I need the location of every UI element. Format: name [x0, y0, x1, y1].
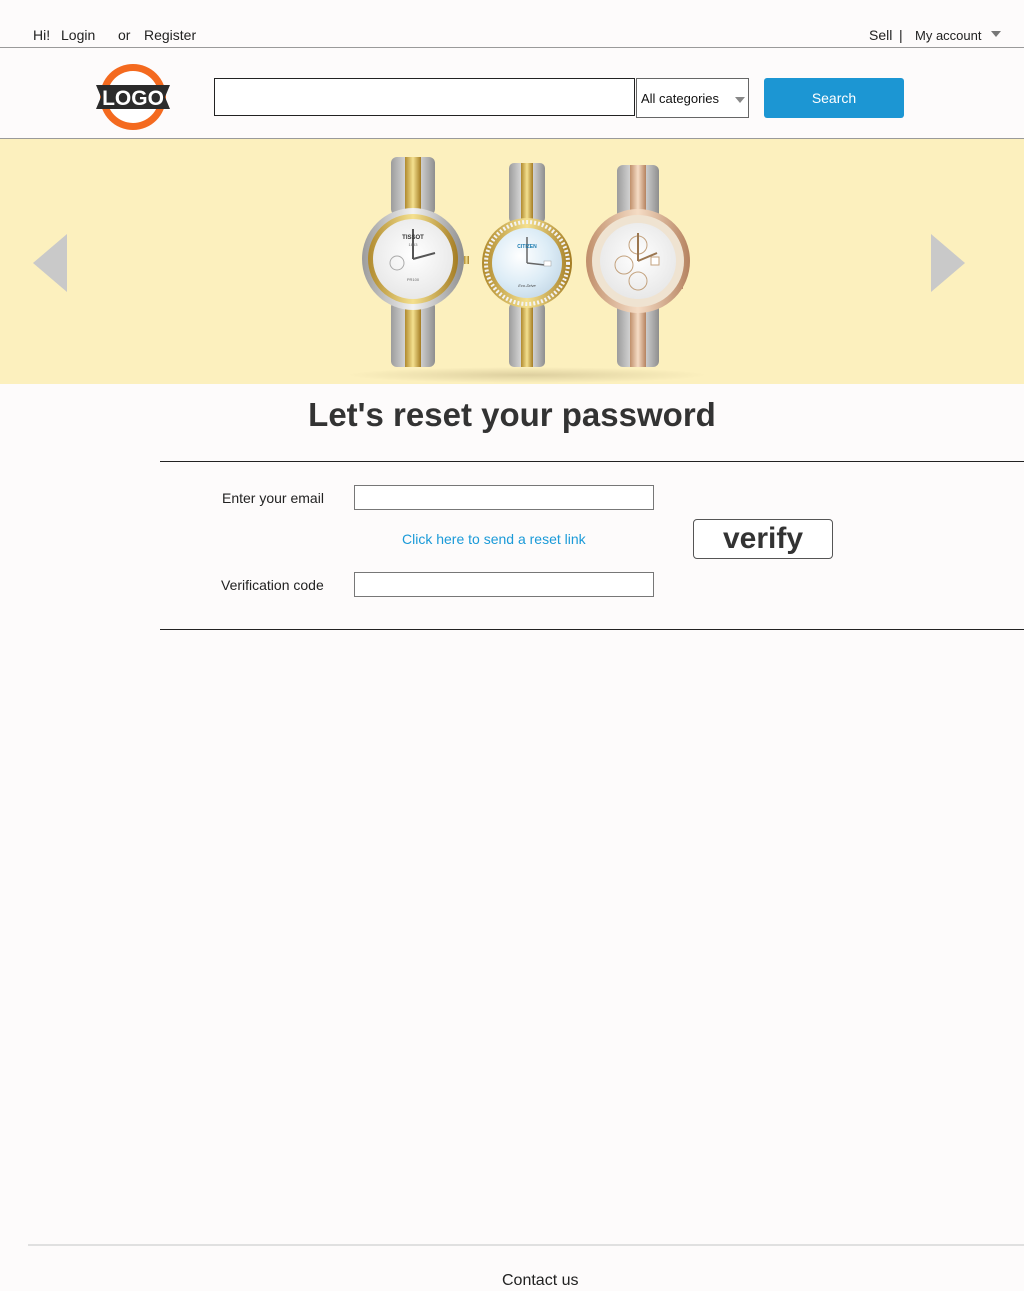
svg-text:CITIZEN: CITIZEN	[517, 244, 537, 250]
divider-top	[160, 461, 1024, 462]
email-label: Enter your email	[222, 490, 324, 506]
verify-button[interactable]: verify	[693, 519, 833, 559]
divider-bottom	[160, 629, 1024, 630]
footer-divider	[28, 1244, 1024, 1246]
contact-us-link[interactable]: Contact us	[502, 1272, 578, 1290]
send-reset-link[interactable]: Click here to send a reset link	[402, 531, 586, 547]
carousel-next-icon[interactable]	[931, 234, 965, 292]
register-link[interactable]: Register	[144, 27, 196, 43]
separator: |	[899, 27, 903, 43]
watch-1: TISSOT 1853 PR100	[362, 157, 469, 367]
svg-text:TISSOT: TISSOT	[402, 235, 424, 241]
logo[interactable]: LOGO	[95, 63, 171, 131]
chevron-down-icon	[735, 97, 745, 103]
logo-text: LOGO	[102, 87, 164, 110]
or-text: or	[118, 27, 131, 43]
search-button[interactable]: Search	[764, 78, 904, 118]
watch-2: CITIZEN Eco-Drive	[482, 163, 572, 367]
page-title: Let's reset your password	[308, 396, 716, 433]
search-input[interactable]	[214, 78, 635, 116]
verification-code-field[interactable]	[354, 572, 654, 597]
email-field[interactable]	[354, 485, 654, 510]
my-account-menu[interactable]: My account	[915, 28, 981, 43]
sell-link[interactable]: Sell	[869, 27, 892, 43]
header: LOGO All categories Search	[0, 48, 1024, 139]
greeting-text: Hi!	[33, 27, 51, 43]
top-bar: Hi! Login or Register Sell | My account	[0, 0, 1024, 48]
verification-code-label: Verification code	[221, 577, 324, 593]
login-link[interactable]: Login	[61, 27, 95, 43]
carousel-prev-icon[interactable]	[33, 234, 67, 292]
hero-banner: TISSOT 1853 PR100 CITIZEN Eco-Drive	[0, 139, 1024, 384]
svg-text:1853: 1853	[409, 242, 419, 247]
watch-3	[586, 165, 690, 367]
svg-text:PR100: PR100	[407, 277, 420, 282]
category-select[interactable]: All categories	[636, 78, 749, 118]
chevron-down-icon[interactable]	[991, 31, 1001, 37]
svg-text:Eco-Drive: Eco-Drive	[518, 283, 536, 288]
watches-image: TISSOT 1853 PR100 CITIZEN Eco-Drive	[347, 157, 707, 383]
category-select-value: All categories	[641, 91, 720, 106]
